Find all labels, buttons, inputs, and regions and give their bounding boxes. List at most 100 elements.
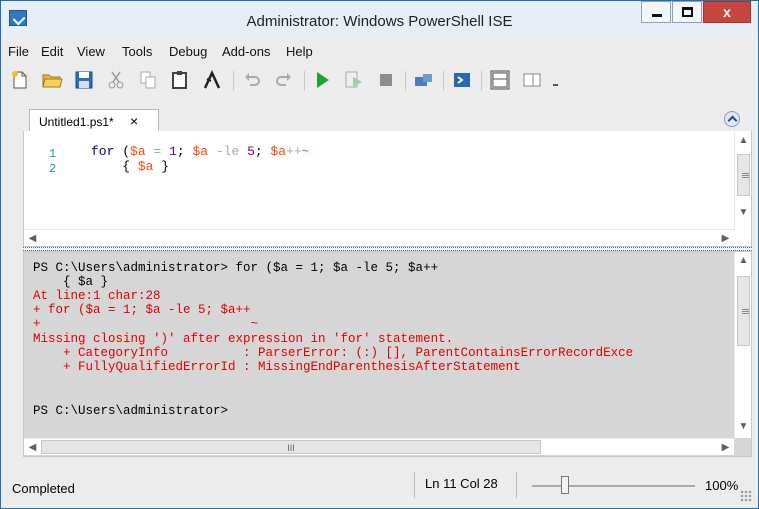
- separator-token: ;: [254, 144, 271, 159]
- scroll-thumb[interactable]: [737, 154, 750, 196]
- save-icon[interactable]: [73, 69, 95, 91]
- tab-label: Untitled1.ps1*: [39, 115, 114, 129]
- scroll-down-icon[interactable]: ▼: [735, 204, 752, 221]
- console-error-line: + CategoryInfo : ParserError: (:) [], Pa…: [33, 346, 634, 360]
- console-prompt: PS C:\Users\administrator>: [33, 404, 229, 418]
- close-button[interactable]: x: [703, 1, 751, 23]
- collapse-script-pane-icon[interactable]: [724, 111, 740, 127]
- powershell-console-icon[interactable]: [451, 69, 473, 91]
- run-selection-icon[interactable]: [343, 69, 365, 91]
- scroll-right-icon[interactable]: ▶: [717, 439, 734, 456]
- line-number: 1: [49, 147, 57, 161]
- operator-token: ++: [286, 144, 302, 159]
- scroll-left-icon[interactable]: ◀: [24, 230, 41, 247]
- console-error-line: + ~: [33, 317, 259, 331]
- redo-icon[interactable]: [273, 69, 295, 91]
- copy-icon[interactable]: [137, 69, 159, 91]
- menu-add-ons[interactable]: Add-ons: [222, 44, 270, 59]
- cursor-position: Ln 11 Col 28: [425, 476, 498, 491]
- menu-edit[interactable]: Edit: [41, 44, 63, 59]
- new-file-icon[interactable]: [9, 69, 31, 91]
- tab-close-icon[interactable]: ×: [130, 113, 138, 129]
- zoom-level: 100%: [705, 478, 739, 493]
- status-bar: Completed Ln 11 Col 28 100%: [1, 464, 758, 508]
- show-script-pane-right-icon[interactable]: [521, 69, 543, 91]
- clear-console-icon[interactable]: [201, 69, 223, 91]
- scroll-down-icon[interactable]: ▼: [735, 418, 752, 435]
- menu-bar: File Edit View Tools Debug Add-ons Help: [1, 41, 758, 61]
- menu-tools[interactable]: Tools: [122, 44, 152, 59]
- line-number: 2: [49, 162, 57, 176]
- operator-token: -le: [208, 144, 248, 159]
- run-icon[interactable]: [311, 69, 333, 91]
- script-editor[interactable]: 1 2 for ($a = 1; $a -le 5; $a++~ { $a }: [24, 131, 729, 227]
- tab-untitled1[interactable]: Untitled1.ps1* ×: [29, 109, 159, 132]
- variable-token: $a: [137, 159, 154, 174]
- editor-horizontal-scrollbar[interactable]: ◀ ▶: [24, 229, 734, 246]
- maximize-button[interactable]: [672, 1, 702, 23]
- syntax-error-squiggle: ~: [301, 145, 309, 159]
- menu-file[interactable]: File: [8, 44, 29, 59]
- status-separator: [516, 472, 517, 498]
- title-bar[interactable]: Administrator: Windows PowerShell ISE x: [1, 1, 758, 40]
- menu-debug[interactable]: Debug: [169, 44, 207, 59]
- console-line: { $a }: [33, 275, 109, 289]
- minimize-button[interactable]: [641, 1, 671, 23]
- number-token: 1: [169, 144, 177, 159]
- console-vertical-scrollbar[interactable]: ▲ ▼: [734, 252, 751, 438]
- console-error-line: + FullyQualifiedErrorId : MissingEndPare…: [33, 360, 521, 374]
- variable-token: $a: [270, 144, 287, 159]
- scroll-thumb[interactable]: [737, 276, 750, 346]
- console-line: PS C:\Users\administrator> for ($a = 1; …: [33, 261, 439, 275]
- console-error-line: + for ($a = 1; $a -le 5; $a++: [33, 303, 251, 317]
- number-token: 5: [247, 144, 255, 159]
- remote-powershell-icon[interactable]: [413, 69, 435, 91]
- toolbar-separator: [233, 71, 234, 91]
- open-folder-icon[interactable]: [41, 69, 63, 91]
- close-icon: x: [723, 4, 731, 20]
- console-error-line: Missing closing ')' after expression in …: [33, 332, 454, 346]
- indent-token: [91, 159, 122, 174]
- brace-token: }: [153, 159, 170, 174]
- toolbar-separator: [304, 71, 305, 91]
- variable-token: $a: [192, 144, 209, 159]
- tab-strip: Untitled1.ps1* ×: [23, 105, 752, 132]
- toolbar: [1, 63, 758, 97]
- paste-icon[interactable]: [169, 69, 191, 91]
- keyword-token: for: [91, 144, 115, 159]
- editor-vertical-scrollbar[interactable]: ▲ ▼: [734, 132, 751, 230]
- console-output[interactable]: PS C:\Users\administrator> for ($a = 1; …: [33, 261, 733, 437]
- console-error-line: At line:1 char:28: [33, 289, 161, 303]
- scroll-left-icon[interactable]: ◀: [24, 439, 41, 456]
- zoom-slider-track[interactable]: [532, 485, 695, 487]
- console-horizontal-scrollbar[interactable]: ◀ III ▶: [24, 438, 734, 455]
- operator-token: =: [145, 144, 170, 159]
- more-icon[interactable]: [545, 69, 558, 91]
- stop-icon[interactable]: [375, 69, 397, 91]
- show-script-pane-top-icon[interactable]: [489, 69, 511, 91]
- minimize-icon: [652, 14, 662, 17]
- resize-grip-icon[interactable]: [740, 490, 752, 502]
- scroll-up-icon[interactable]: ▲: [735, 252, 752, 269]
- scroll-right-icon[interactable]: ▶: [717, 230, 734, 247]
- cut-icon[interactable]: [105, 69, 127, 91]
- toolbar-separator: [405, 71, 406, 91]
- scroll-thumb[interactable]: III: [41, 440, 541, 454]
- undo-icon[interactable]: [241, 69, 263, 91]
- maximize-icon: [682, 7, 693, 17]
- code-line-1: for ($a = 1; $a -le 5; $a++~: [91, 144, 309, 159]
- menu-view[interactable]: View: [77, 44, 105, 59]
- console-pane[interactable]: PS C:\Users\administrator> for ($a = 1; …: [23, 251, 752, 457]
- powershell-ise-window: Administrator: Windows PowerShell ISE x …: [0, 0, 759, 509]
- brace-token: {: [122, 159, 138, 174]
- paren-token: (: [114, 144, 131, 159]
- code-line-2: { $a }: [91, 159, 169, 174]
- variable-token: $a: [130, 144, 146, 159]
- status-text: Completed: [12, 481, 75, 496]
- menu-help[interactable]: Help: [286, 44, 313, 59]
- zoom-slider-thumb[interactable]: [561, 476, 569, 494]
- scroll-up-icon[interactable]: ▲: [735, 132, 752, 149]
- separator-token: ;: [176, 144, 193, 159]
- status-separator: [414, 472, 415, 498]
- toolbar-separator: [443, 71, 444, 91]
